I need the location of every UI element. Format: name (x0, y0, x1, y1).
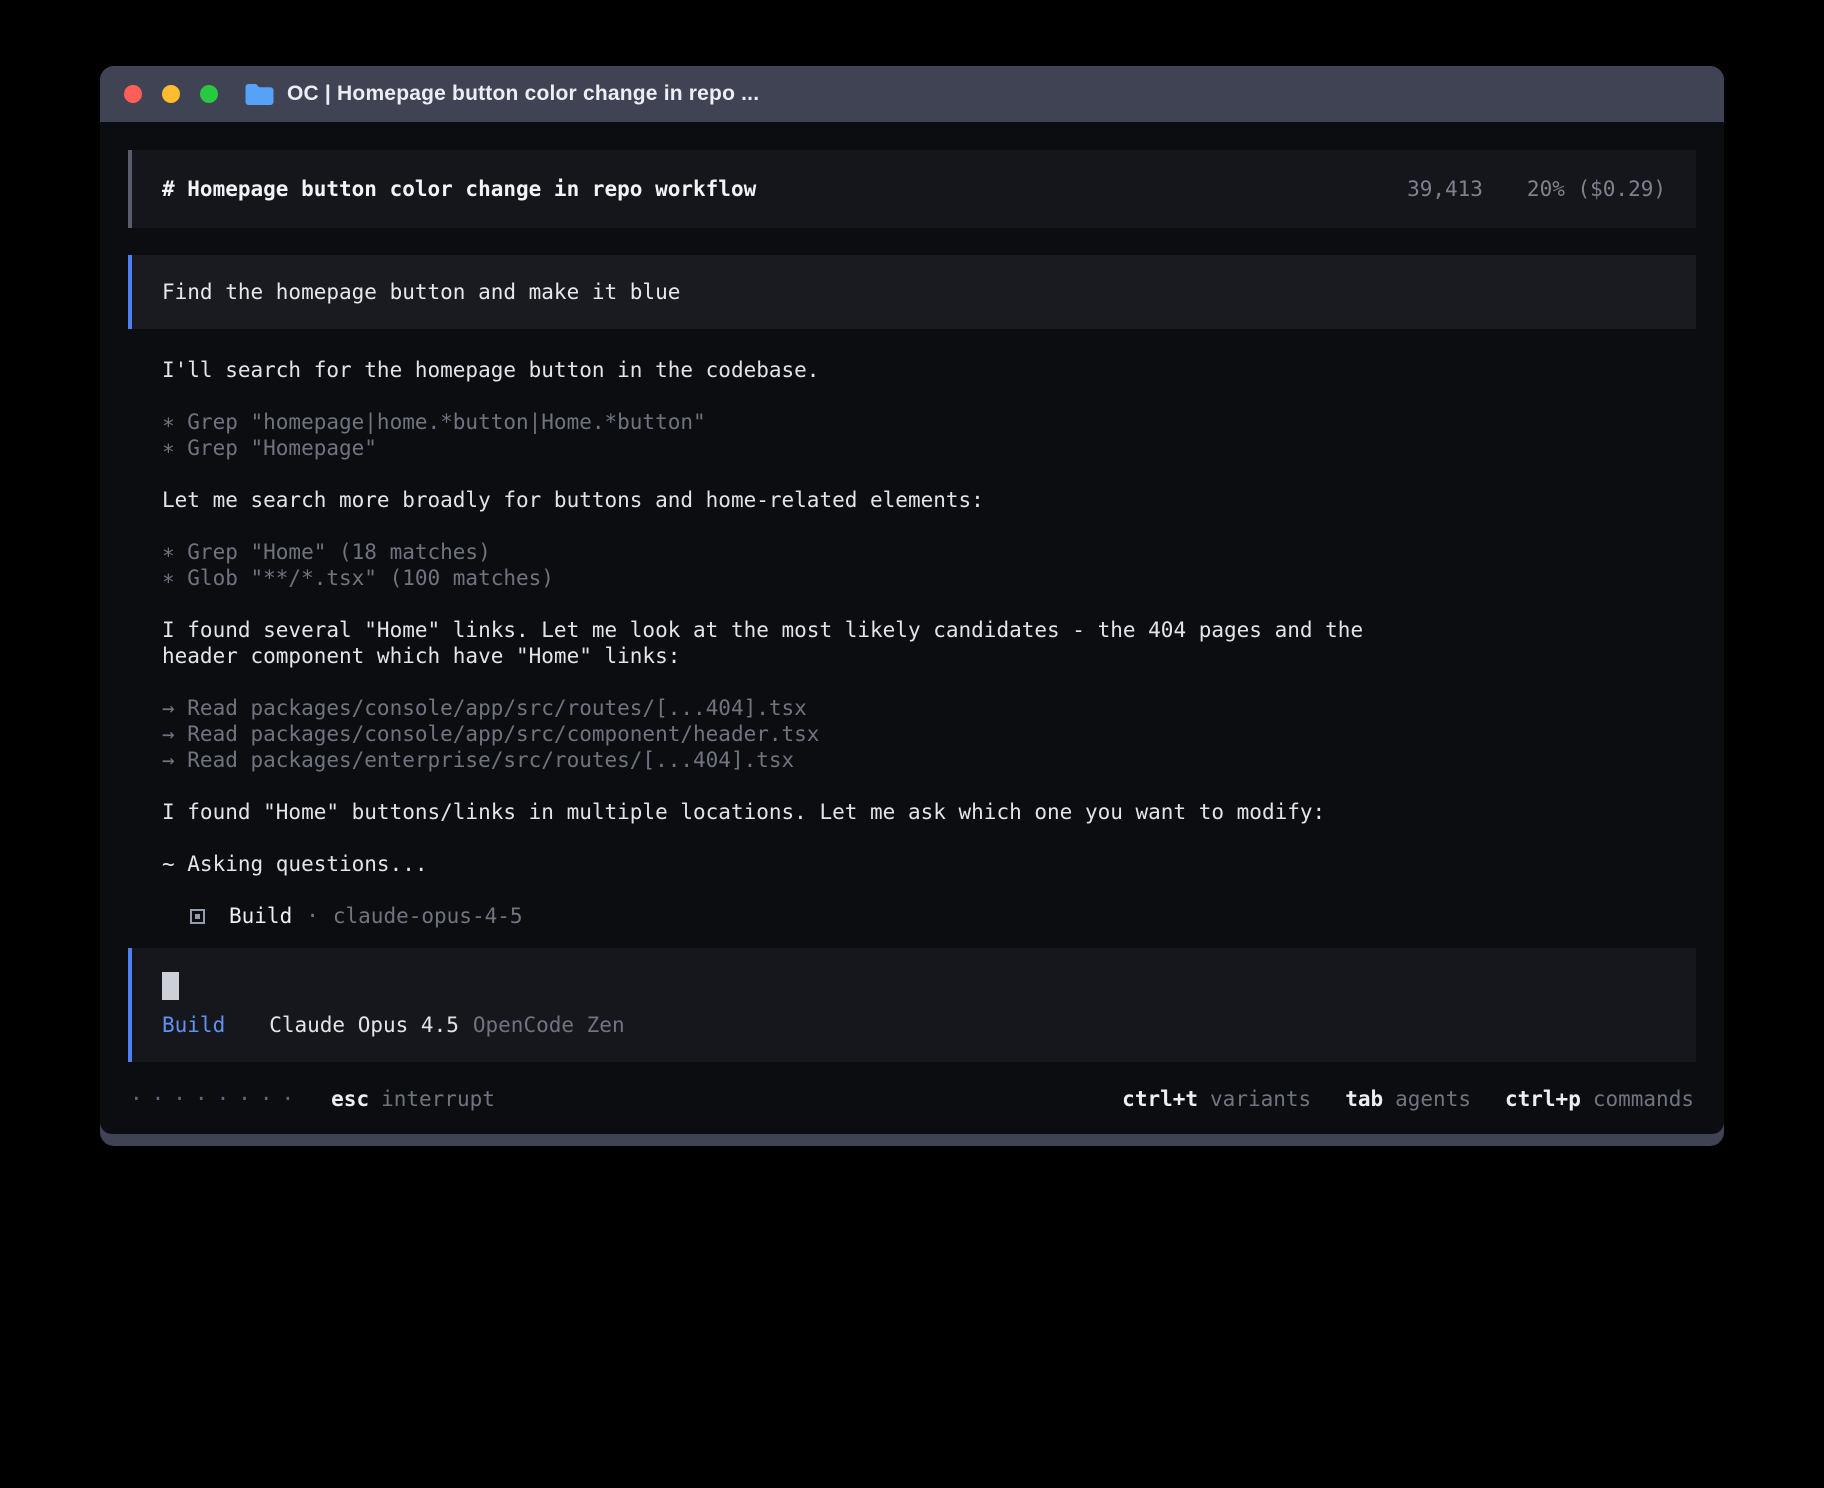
tool-call-grep: ∗ Grep "Home" (18 matches) (162, 539, 1410, 565)
text-cursor (162, 972, 179, 1000)
mode-indicator: Build (162, 1012, 225, 1038)
agent-status-line: Build · claude-opus-4-5 (162, 903, 1410, 929)
user-message: Find the homepage button and make it blu… (128, 255, 1696, 329)
working-status-text: ~ Asking questions... (162, 851, 1410, 877)
assistant-message: Let me search more broadly for buttons a… (162, 487, 1410, 513)
input-meta: Build Claude Opus 4.5 OpenCode Zen (162, 1012, 1666, 1038)
shortcut-key: tab (1345, 1086, 1383, 1112)
tool-call-group: → Read packages/console/app/src/routes/[… (162, 695, 1410, 773)
zoom-button[interactable] (200, 85, 218, 103)
tool-call-read: → Read packages/console/app/src/componen… (162, 721, 1410, 747)
context-usage: 20% ($0.29) (1527, 176, 1666, 202)
tool-call-read: → Read packages/enterprise/src/routes/[.… (162, 747, 1410, 773)
shortcut-commands: ctrl+p commands (1505, 1086, 1694, 1112)
close-button[interactable] (124, 85, 142, 103)
tool-call-grep: ∗ Grep "homepage|home.*button|Home.*butt… (162, 409, 1410, 435)
tool-call-group: ∗ Grep "Home" (18 matches) ∗ Glob "**/*.… (162, 539, 1410, 591)
assistant-message-text: I found "Home" buttons/links in multiple… (162, 799, 1410, 825)
desktop-background: { "window": { "title": "OC | Homepage bu… (0, 0, 1824, 1488)
conversation: I'll search for the homepage button in t… (128, 357, 1696, 929)
shortcut-variants: ctrl+t variants (1122, 1086, 1311, 1112)
assistant-message-text: I found several "Home" links. Let me loo… (162, 617, 1410, 669)
shortcut-label: variants (1210, 1086, 1311, 1112)
shortcut-hints: ctrl+t variants tab agents ctrl+p comman… (1122, 1086, 1694, 1112)
shortcut-label: commands (1593, 1086, 1694, 1112)
agent-name: Build (229, 903, 292, 929)
tool-call-glob: ∗ Glob "**/*.tsx" (100 matches) (162, 565, 1410, 591)
session-stats: 39,413 20% ($0.29) (1407, 176, 1666, 202)
interrupt-label: interrupt (381, 1086, 495, 1112)
agent-separator: · (306, 903, 319, 929)
window-title: OC | Homepage button color change in rep… (287, 82, 759, 106)
assistant-message: I'll search for the homepage button in t… (162, 357, 1410, 383)
shortcut-key: ctrl+t (1122, 1086, 1198, 1112)
status-bar: ········ esc interrupt ctrl+t variants t… (128, 1072, 1696, 1112)
traffic-lights (124, 85, 218, 103)
session-header: # Homepage button color change in repo w… (128, 150, 1696, 228)
tool-call-read: → Read packages/console/app/src/routes/[… (162, 695, 1410, 721)
folder-icon (244, 82, 274, 106)
assistant-message: I found "Home" buttons/links in multiple… (162, 799, 1410, 825)
user-message-text: Find the homepage button and make it blu… (162, 280, 680, 304)
interrupt-key: esc (331, 1086, 369, 1112)
model-indicator: Claude Opus 4.5 (269, 1012, 459, 1038)
interrupt-hint: esc interrupt (331, 1086, 495, 1112)
assistant-message-text: I'll search for the homepage button in t… (162, 357, 1410, 383)
working-status: ~ Asking questions... (162, 851, 1410, 877)
tool-call-group: ∗ Grep "homepage|home.*button|Home.*butt… (162, 409, 1410, 461)
agent-square-icon (190, 909, 205, 924)
provider-indicator: OpenCode Zen (473, 1012, 625, 1038)
terminal-window: OC | Homepage button color change in rep… (100, 66, 1724, 1146)
token-count: 39,413 (1407, 176, 1483, 202)
shortcut-key: ctrl+p (1505, 1086, 1581, 1112)
assistant-message: I found several "Home" links. Let me loo… (162, 617, 1410, 669)
shortcut-label: agents (1395, 1086, 1471, 1112)
shortcut-agents: tab agents (1345, 1086, 1471, 1112)
prompt-input[interactable]: Build Claude Opus 4.5 OpenCode Zen (128, 948, 1696, 1062)
agent-model: claude-opus-4-5 (333, 903, 523, 929)
session-title: # Homepage button color change in repo w… (162, 176, 756, 202)
tool-call-grep: ∗ Grep "Homepage" (162, 435, 1410, 461)
assistant-message-text: Let me search more broadly for buttons a… (162, 487, 1410, 513)
minimize-button[interactable] (162, 85, 180, 103)
titlebar[interactable]: OC | Homepage button color change in rep… (100, 66, 1724, 122)
spinner-dots-icon: ········ (130, 1086, 303, 1112)
terminal-content: # Homepage button color change in repo w… (100, 122, 1724, 1134)
